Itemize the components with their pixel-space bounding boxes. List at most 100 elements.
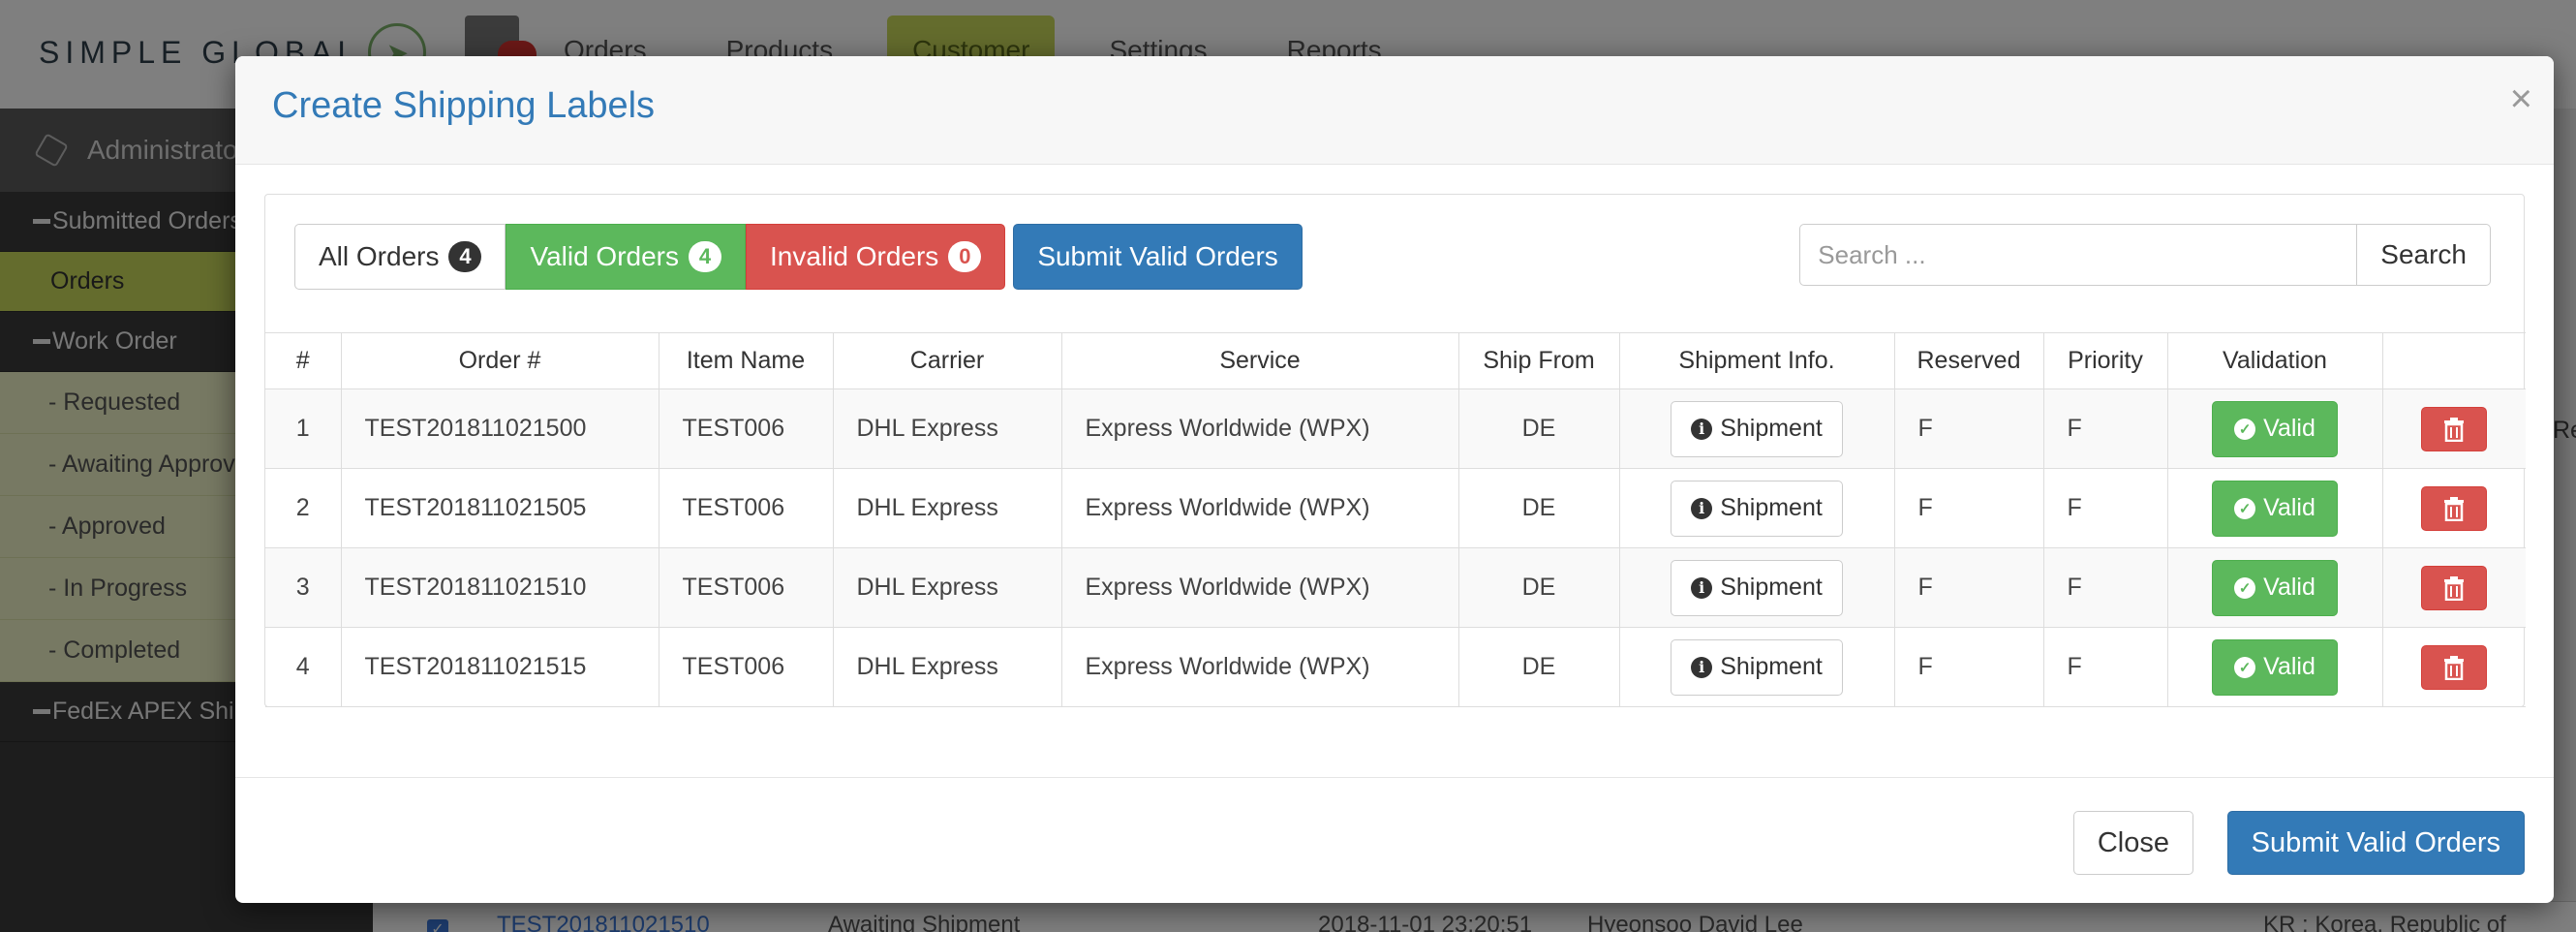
close-icon[interactable]: ×	[2510, 78, 2532, 121]
valid-button[interactable]: ✓ Valid	[2212, 638, 2338, 696]
ship-from: DE	[1457, 468, 1620, 548]
table-row: 4 TEST201811021515 TEST006 DHL Express E…	[265, 627, 2526, 707]
column-header-priority: Priority	[2042, 332, 2168, 389]
info-icon: i	[1691, 656, 1713, 678]
order-number: TEST201811021500	[340, 388, 659, 469]
modal-header: Create Shipping Labels ×	[235, 56, 2554, 165]
row-number: 3	[265, 547, 342, 628]
item-name: TEST006	[658, 627, 834, 707]
check-circle-icon: ✓	[2234, 418, 2256, 440]
carrier: DHL Express	[832, 547, 1062, 628]
shipment-button[interactable]: i Shipment	[1671, 559, 1843, 616]
reserved: F	[1893, 547, 2044, 628]
valid-button[interactable]: ✓ Valid	[2212, 480, 2338, 537]
validation-cell: ✓ Valid	[2166, 468, 2383, 548]
row-number: 2	[265, 468, 342, 548]
footer-submit-valid-orders-button[interactable]: Submit Valid Orders	[2226, 811, 2525, 875]
table-row: 2 TEST201811021505 TEST006 DHL Express E…	[265, 468, 2526, 548]
carrier: DHL Express	[832, 468, 1062, 548]
service: Express Worldwide (WPX)	[1060, 627, 1459, 707]
carrier: DHL Express	[832, 388, 1062, 469]
actions-cell	[2381, 547, 2526, 628]
valid-orders-button[interactable]: Valid Orders 4	[506, 224, 747, 290]
shipment-info-cell: i Shipment	[1618, 468, 1895, 548]
ship-from: DE	[1457, 627, 1620, 707]
create-shipping-labels-modal: Create Shipping Labels × All Orders 4 Va…	[235, 56, 2554, 903]
column-header-actions	[2381, 332, 2526, 389]
column-header-number: #	[265, 332, 342, 389]
orders-panel: All Orders 4 Valid Orders 4 Invalid Orde…	[264, 194, 2526, 707]
shipment-button[interactable]: i Shipment	[1671, 638, 1843, 696]
delete-button[interactable]	[2421, 485, 2488, 531]
validation-cell: ✓ Valid	[2166, 547, 2383, 628]
all-orders-count-badge: 4	[448, 241, 482, 272]
reserved: F	[1893, 388, 2044, 469]
carrier: DHL Express	[832, 627, 1062, 707]
trash-icon	[2444, 655, 2465, 680]
column-header-carrier: Carrier	[832, 332, 1062, 389]
column-header-shipment-info: Shipment Info.	[1618, 332, 1895, 389]
column-header-validation: Validation	[2166, 332, 2383, 389]
trash-icon	[2444, 496, 2465, 521]
info-icon: i	[1691, 418, 1713, 440]
shipment-button[interactable]: i Shipment	[1671, 480, 1843, 537]
validation-cell: ✓ Valid	[2166, 627, 2383, 707]
delete-button[interactable]	[2421, 644, 2488, 690]
item-name: TEST006	[658, 547, 834, 628]
all-orders-button[interactable]: All Orders 4	[294, 224, 506, 290]
search-group: Search	[1799, 224, 2491, 286]
valid-orders-count-badge: 4	[689, 241, 722, 272]
background-header-fragment: Re	[2553, 417, 2576, 444]
reserved: F	[1893, 627, 2044, 707]
delete-button[interactable]	[2421, 406, 2488, 451]
priority: F	[2042, 627, 2168, 707]
shipment-info-cell: i Shipment	[1618, 388, 1895, 469]
invalid-orders-count-badge: 0	[948, 241, 982, 272]
priority: F	[2042, 388, 2168, 469]
check-circle-icon: ✓	[2234, 497, 2256, 519]
table-row: 1 TEST201811021500 TEST006 DHL Express E…	[265, 388, 2526, 469]
filter-button-group: All Orders 4 Valid Orders 4 Invalid Orde…	[294, 224, 1303, 290]
search-button[interactable]: Search	[2357, 224, 2491, 286]
column-header-order: Order #	[340, 332, 659, 389]
column-header-service: Service	[1060, 332, 1459, 389]
trash-icon	[2444, 417, 2465, 442]
service: Express Worldwide (WPX)	[1060, 547, 1459, 628]
delete-button[interactable]	[2421, 565, 2488, 610]
trash-icon	[2444, 575, 2465, 601]
ship-from: DE	[1457, 388, 1620, 469]
priority: F	[2042, 468, 2168, 548]
info-icon: i	[1691, 497, 1713, 519]
item-name: TEST006	[658, 468, 834, 548]
column-header-reserved: Reserved	[1893, 332, 2044, 389]
orders-table-body: 1 TEST201811021500 TEST006 DHL Express E…	[265, 388, 2526, 707]
close-button[interactable]: Close	[2072, 811, 2193, 875]
invalid-orders-button[interactable]: Invalid Orders 0	[746, 224, 1006, 290]
orders-table: # Order # Item Name Carrier Service Ship…	[265, 332, 2526, 707]
reserved: F	[1893, 468, 2044, 548]
priority: F	[2042, 547, 2168, 628]
modal-title: Create Shipping Labels	[272, 85, 656, 126]
order-number: TEST201811021505	[340, 468, 659, 548]
column-header-item-name: Item Name	[658, 332, 834, 389]
order-number: TEST201811021515	[340, 627, 659, 707]
service: Express Worldwide (WPX)	[1060, 388, 1459, 469]
actions-cell	[2381, 388, 2526, 469]
ship-from: DE	[1457, 547, 1620, 628]
check-circle-icon: ✓	[2234, 576, 2256, 599]
column-header-ship-from: Ship From	[1457, 332, 1620, 389]
valid-button[interactable]: ✓ Valid	[2212, 559, 2338, 616]
search-input[interactable]	[1799, 224, 2358, 286]
validation-cell: ✓ Valid	[2166, 388, 2383, 469]
valid-button[interactable]: ✓ Valid	[2212, 400, 2338, 457]
shipment-button[interactable]: i Shipment	[1671, 400, 1843, 457]
row-number: 1	[265, 388, 342, 469]
service: Express Worldwide (WPX)	[1060, 468, 1459, 548]
info-icon: i	[1691, 576, 1713, 599]
actions-cell	[2381, 468, 2526, 548]
shipment-info-cell: i Shipment	[1618, 627, 1895, 707]
submit-valid-orders-button[interactable]: Submit Valid Orders	[1013, 224, 1303, 290]
row-number: 4	[265, 627, 342, 707]
check-circle-icon: ✓	[2234, 656, 2256, 678]
table-row: 3 TEST201811021510 TEST006 DHL Express E…	[265, 547, 2526, 628]
